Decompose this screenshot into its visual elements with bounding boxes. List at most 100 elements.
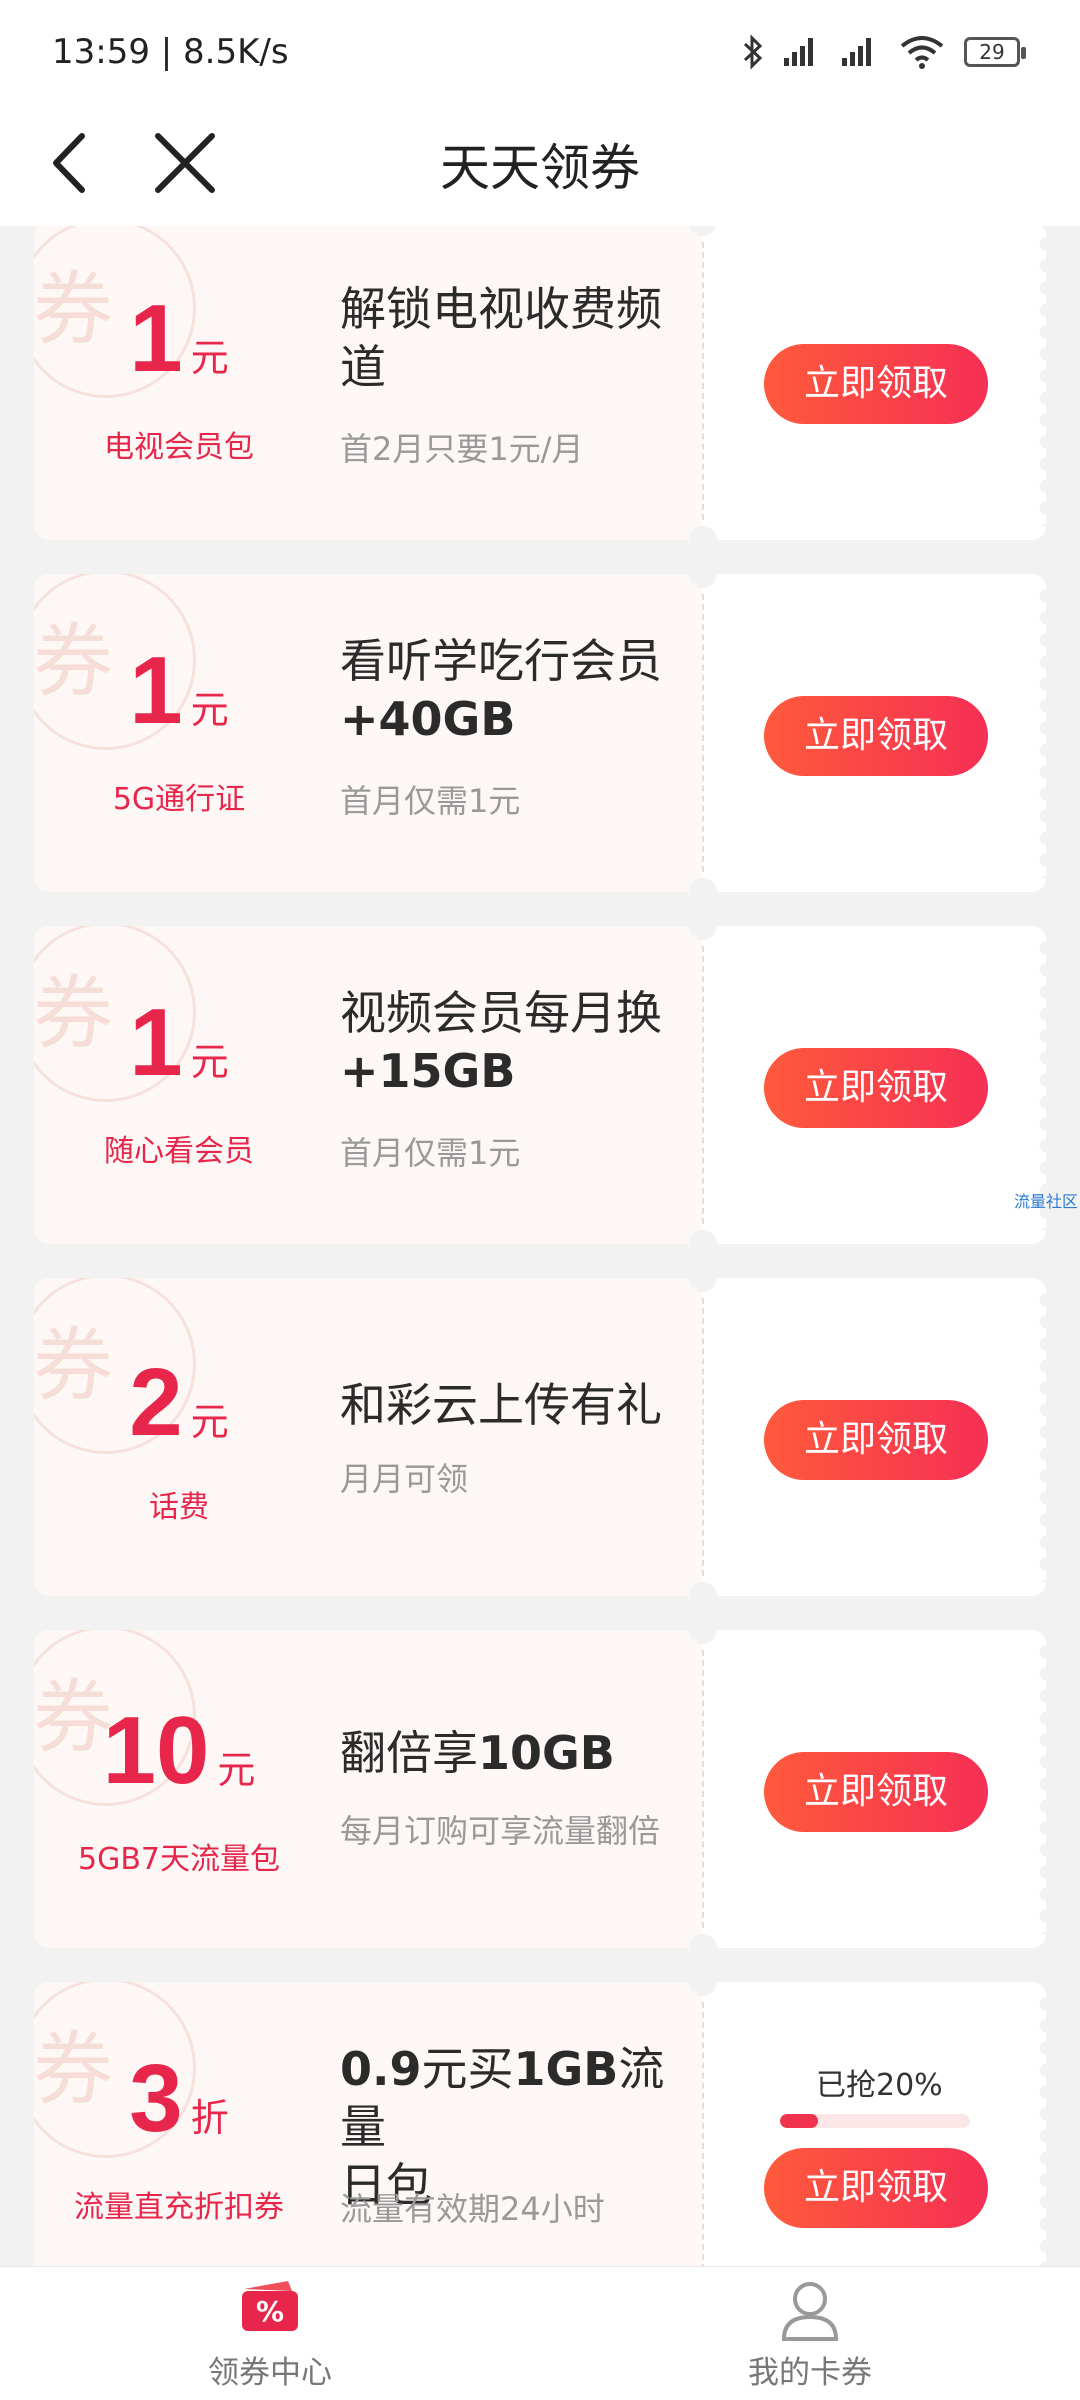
amount-unit: 折 (190, 2096, 229, 2140)
title-line: 看听学吃行会员 (340, 634, 662, 688)
coupon-amount: 1元 (34, 988, 324, 1098)
claim-button[interactable]: 立即领取 (764, 1048, 988, 1128)
amount-unit: 元 (190, 336, 229, 380)
coupon-type: 流量直充折扣券 (74, 2190, 284, 2225)
coupon-amount: 3折 (34, 2044, 324, 2154)
notch (689, 1616, 717, 1644)
title-line: 和彩云上传有礼 (340, 1378, 662, 1432)
coupon-left: 券 1元 电视会员包 解锁电视收费频道 首2月只要1元/月 (34, 226, 702, 540)
coupon-subtitle: 流量有效期24小时 (340, 2190, 605, 2228)
notch (689, 1934, 717, 1962)
progress-bar (780, 2114, 970, 2128)
coupon-amount: 1元 (34, 636, 324, 746)
coupon-type: 5GB7天流量包 (77, 1842, 280, 1877)
title-line: +40GB (340, 692, 516, 746)
coupon-amount: 10 元 (34, 1696, 324, 1806)
coupon-card: 券 1元 5G通行证 看听学吃行会员 +40GB 首月仅需1元 立即领取 (34, 560, 1054, 906)
coupon-card: 券 10 元 5GB7天流量包 翻倍享10GB 每月订购可享流量翻倍 立即领取 (34, 1616, 1054, 1962)
status-time: 13:59 | 8.5K/s (52, 32, 289, 72)
progress-label: 已抢20% (816, 2068, 943, 2103)
coupon-left: 券 1元 5G通行证 看听学吃行会员 +40GB 首月仅需1元 (34, 574, 702, 892)
coupon-type: 5G通行证 (112, 782, 246, 817)
status-bar: 13:59 | 8.5K/s 29 (0, 0, 1080, 100)
side-tag[interactable]: 流量社区 (1014, 1188, 1078, 1212)
coupon-amount: 2元 (34, 1348, 324, 1458)
page-title: 天天领券 (440, 139, 640, 197)
claim-button[interactable]: 立即领取 (764, 344, 988, 424)
coupon-type: 随心看会员 (104, 1134, 254, 1169)
signal-icon (784, 38, 813, 66)
amount-value: 1 (129, 637, 183, 744)
amount-unit: 元 (190, 1040, 229, 1084)
coupon-left: 券 2元 话费 和彩云上传有礼 月月可领 (34, 1278, 702, 1596)
amount-value: 1 (129, 989, 183, 1096)
coupon-tab-icon: % (242, 2281, 298, 2331)
tab-coupon-center[interactable]: % 领券中心 (120, 2267, 420, 2400)
coupon-subtitle: 首月仅需1元 (340, 1134, 521, 1172)
coupon-type: 电视会员包 (104, 430, 254, 465)
coupon-subtitle: 首月仅需1元 (340, 782, 521, 820)
coupon-type: 话费 (149, 1490, 209, 1525)
title-line: 翻倍享 (340, 1726, 478, 1780)
divider (702, 242, 704, 520)
claim-button[interactable]: 立即领取 (764, 1400, 988, 1480)
title-line: +15GB (340, 1044, 516, 1098)
divider (702, 1298, 704, 1576)
title-line: 视频会员每月换 (340, 986, 662, 1040)
coupon-title: 看听学吃行会员 +40GB (340, 632, 700, 748)
divider (702, 2002, 704, 2266)
title-part: 0.9 (340, 2042, 422, 2096)
nav-bar: 天天领券 (0, 100, 1080, 226)
notch (689, 560, 717, 588)
battery-indicator: 29 (964, 37, 1026, 67)
progress-fill (780, 2114, 818, 2128)
status-icons: 29 (742, 30, 1026, 74)
coupon-subtitle: 月月可领 (340, 1460, 469, 1498)
coupon-card: 券 1元 随心看会员 视频会员每月换 +15GB 首月仅需1元 立即领取 (34, 912, 1054, 1258)
coupon-left: 券 10 元 5GB7天流量包 翻倍享10GB 每月订购可享流量翻倍 (34, 1630, 702, 1948)
user-icon (781, 2282, 839, 2341)
title-line: 解锁电视收费频 (340, 282, 662, 336)
notch (689, 912, 717, 940)
tab-bar: % 领券中心 我的卡券 (0, 2266, 1080, 2400)
coupon-subtitle: 每月订购可享流量翻倍 (340, 1812, 661, 1850)
bluetooth-icon (743, 34, 763, 70)
divider (702, 594, 704, 872)
amount-value: 3 (129, 2045, 183, 2152)
divider (702, 1650, 704, 1928)
coupon-left: 券 1元 随心看会员 视频会员每月换 +15GB 首月仅需1元 (34, 926, 702, 1244)
notch (689, 1582, 717, 1610)
title-part: 元买 (421, 2042, 514, 2096)
amount-unit: 元 (190, 688, 229, 732)
svg-text:%: % (256, 2295, 284, 2328)
claim-button[interactable]: 立即领取 (764, 2148, 988, 2228)
notch (689, 1230, 717, 1258)
claim-button[interactable]: 立即领取 (764, 696, 988, 776)
amount-unit: 元 (217, 1748, 256, 1792)
coupon-subtitle: 首2月只要1元/月 (340, 430, 584, 468)
tab-my-coupons[interactable]: 我的卡券 (660, 2267, 960, 2400)
notch (689, 1264, 717, 1292)
coupon-title: 翻倍享10GB (340, 1724, 700, 1782)
amount-unit: 元 (190, 1400, 229, 1444)
signal-icon-2 (842, 38, 871, 66)
tab-label: 领券中心 (208, 2355, 332, 2391)
coupon-amount: 1元 (34, 284, 324, 394)
coupon-title: 解锁电视收费频道 (340, 280, 700, 396)
title-line: 10GB (478, 1726, 615, 1780)
title-part: 1GB (513, 2042, 619, 2096)
amount-value: 1 (129, 285, 183, 392)
title-line: 道 (340, 340, 386, 394)
coupon-card: 券 1元 电视会员包 解锁电视收费频道 首2月只要1元/月 立即领取 (34, 226, 1054, 554)
amount-value: 2 (129, 1349, 183, 1456)
notch (689, 1968, 717, 1996)
amount-value: 10 (102, 1697, 210, 1804)
coupon-card: 券 2元 话费 和彩云上传有礼 月月可领 立即领取 (34, 1264, 1054, 1610)
divider (702, 946, 704, 1224)
claim-button[interactable]: 立即领取 (764, 1752, 988, 1832)
coupon-list[interactable]: 券 1元 电视会员包 解锁电视收费频道 首2月只要1元/月 立即领取 券 1元 … (0, 226, 1080, 2266)
wifi-icon (900, 36, 944, 69)
notch (689, 878, 717, 906)
coupon-title: 和彩云上传有礼 (340, 1376, 700, 1434)
tab-label: 我的卡券 (748, 2355, 872, 2391)
